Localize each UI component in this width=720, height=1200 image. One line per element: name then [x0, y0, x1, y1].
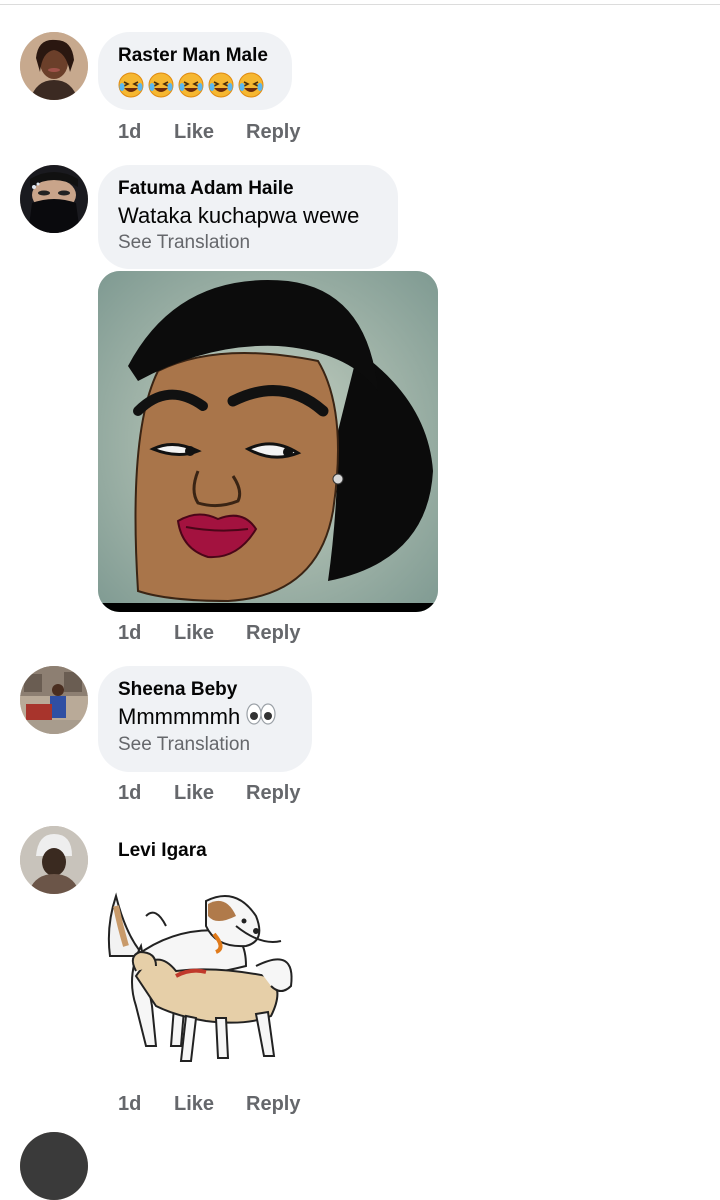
emoji-row [118, 72, 272, 98]
see-translation-link[interactable]: See Translation [118, 733, 292, 757]
comment-text: Wataka kuchapwa wewe [118, 203, 360, 228]
comment-author[interactable]: Levi Igara [118, 839, 207, 863]
avatar-photo-icon [20, 666, 88, 734]
comment-actions: 1d Like Reply [118, 782, 418, 806]
comment-bubble[interactable]: Fatuma Adam Haile Wataka kuchapwa wewe S… [98, 165, 398, 269]
comment-image[interactable] [98, 271, 438, 612]
comment-time: 1d [118, 121, 142, 143]
like-button[interactable]: Like [174, 121, 214, 144]
avatar[interactable] [20, 826, 88, 894]
rolling-laughing-emoji-icon [118, 72, 144, 98]
comment-bubble[interactable]: Sheena Beby Mmmmmmh See Translation [98, 666, 312, 772]
reply-button[interactable]: Reply [246, 622, 300, 645]
avatar[interactable] [20, 1132, 88, 1200]
like-button[interactable]: Like [174, 1093, 214, 1116]
eyes-emoji-icon [246, 703, 276, 733]
see-translation-link[interactable]: See Translation [118, 231, 378, 255]
rolling-laughing-emoji-icon [148, 72, 174, 98]
comment-text: Mmmmmmh [118, 704, 241, 729]
avatar[interactable] [20, 165, 88, 233]
comment-author[interactable]: Sheena Beby [118, 678, 292, 702]
sticker-attachment[interactable] [96, 886, 306, 1076]
top-divider [0, 0, 720, 5]
rolling-laughing-emoji-icon [208, 72, 234, 98]
comment-time: 1d [118, 622, 142, 644]
avatar-photo-icon [20, 32, 88, 100]
comment-time: 1d [118, 1093, 142, 1115]
avatar[interactable] [20, 666, 88, 734]
reply-button[interactable]: Reply [246, 1093, 300, 1116]
comment-actions: 1d Like Reply [118, 1093, 418, 1117]
avatar-photo-icon [20, 1132, 88, 1200]
reply-button[interactable]: Reply [246, 121, 300, 144]
comment-author[interactable]: Raster Man Male [118, 44, 272, 68]
like-button[interactable]: Like [174, 782, 214, 805]
rolling-laughing-emoji-icon [178, 72, 204, 98]
reply-button[interactable]: Reply [246, 782, 300, 805]
comment-actions: 1d Like Reply [118, 121, 418, 145]
comment-bubble[interactable]: Raster Man Male [98, 32, 292, 110]
comment-actions: 1d Like Reply [118, 622, 418, 646]
rolling-laughing-emoji-icon [238, 72, 264, 98]
comment-time: 1d [118, 782, 142, 804]
avatar-photo-icon [20, 165, 88, 233]
comment-text-row: Mmmmmmh [118, 702, 292, 733]
comment-author[interactable]: Fatuma Adam Haile [118, 177, 378, 201]
avatar[interactable] [20, 32, 88, 100]
cartoon-face-image [98, 271, 438, 612]
dogs-sticker [107, 892, 293, 1062]
avatar-photo-icon [20, 826, 88, 894]
like-button[interactable]: Like [174, 622, 214, 645]
